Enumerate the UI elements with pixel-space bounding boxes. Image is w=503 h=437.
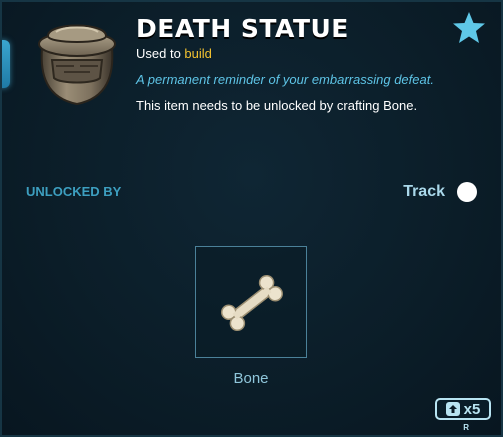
unlock-slot-bone[interactable] [195,246,307,358]
craft-quantity-button[interactable]: x5 [435,398,491,420]
item-title: DEATH STATUE [136,14,349,43]
arrow-up-icon [445,402,460,416]
craft-count: x5 [463,400,481,418]
bone-icon [221,274,283,332]
side-tab[interactable] [2,40,10,88]
item-tooltip-panel: DEATH STATUE Used to build A permanent r… [0,0,503,437]
track-toggle-row[interactable]: Track [403,182,477,202]
usage-prefix: Used to [136,46,185,61]
favorite-star-icon[interactable] [451,10,487,46]
requirement-text: This item needs to be unlocked by crafti… [136,98,418,113]
unlocked-by-label: UNLOCKED BY [26,184,122,199]
flavor-text: A permanent reminder of your embarrassin… [136,72,434,87]
unlock-slot-label: Bone [233,370,269,387]
track-toggle[interactable] [457,182,477,202]
usage-line: Used to build [136,46,212,61]
track-label: Track [403,183,445,200]
craft-key-hint: R [463,423,469,432]
death-statue-icon [34,14,120,110]
usage-keyword: build [184,46,212,61]
